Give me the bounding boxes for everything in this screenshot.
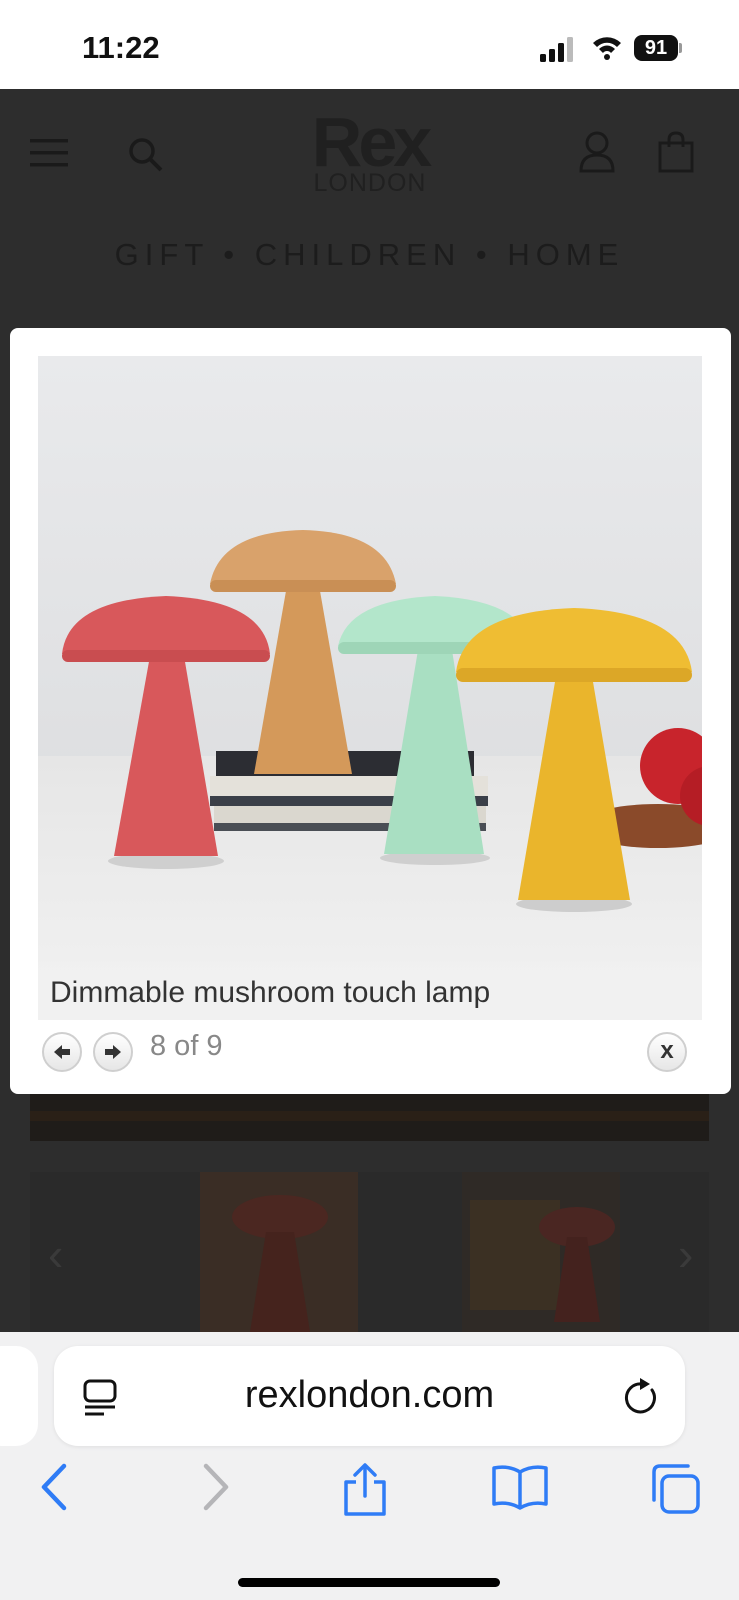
bookmarks-icon[interactable] [490, 1462, 550, 1512]
safari-bottom-bar: rexlondon.com [0, 1332, 739, 1600]
forward-icon[interactable] [198, 1462, 232, 1512]
status-bar: 11:22 91 [0, 0, 739, 89]
home-indicator [238, 1578, 500, 1587]
carousel-next-icon[interactable]: › [678, 1227, 693, 1281]
carousel-prev-icon[interactable]: ‹ [48, 1227, 63, 1281]
image-counter: 8 of 9 [150, 1030, 223, 1062]
share-icon[interactable] [340, 1462, 390, 1518]
product-photo [38, 356, 702, 1020]
status-time: 11:22 [82, 30, 160, 65]
previous-tab-peek[interactable] [0, 1346, 38, 1446]
site-category-nav: GIFT • CHILDREN • HOME [114, 237, 625, 272]
image-lightbox: Dimmable mushroom touch lamp 8 of 9 x [10, 328, 731, 1094]
cellular-signal-icon [540, 37, 573, 62]
site-logo-subtitle: LONDON [313, 169, 427, 197]
url-text: rexlondon.com [244, 1374, 495, 1416]
arrow-right-icon [105, 1045, 121, 1059]
close-lightbox-button[interactable]: x [647, 1032, 687, 1072]
address-bar[interactable]: rexlondon.com [54, 1346, 685, 1446]
account-icon[interactable] [578, 131, 616, 173]
battery-icon: 91 [634, 35, 682, 61]
site-logo[interactable]: Rex [300, 107, 440, 177]
reload-icon[interactable] [622, 1376, 662, 1418]
product-image-edge [30, 1089, 709, 1141]
battery-level: 91 [634, 35, 678, 61]
next-image-button[interactable] [93, 1032, 133, 1072]
search-icon[interactable] [128, 137, 164, 173]
arrow-left-icon [54, 1045, 70, 1059]
image-caption: Dimmable mushroom touch lamp [50, 976, 491, 1009]
caption-bar: Dimmable mushroom touch lamp [38, 962, 702, 1020]
menu-icon[interactable] [30, 137, 70, 169]
thumbnail-image[interactable] [462, 1172, 620, 1332]
back-icon[interactable] [38, 1462, 72, 1512]
previous-image-button[interactable] [42, 1032, 82, 1072]
tabs-icon[interactable] [648, 1462, 702, 1516]
wifi-icon [593, 37, 621, 60]
shopping-bag-icon[interactable] [658, 131, 694, 173]
thumbnail-carousel: ‹ › [30, 1172, 709, 1332]
thumbnail-image[interactable] [200, 1172, 358, 1332]
